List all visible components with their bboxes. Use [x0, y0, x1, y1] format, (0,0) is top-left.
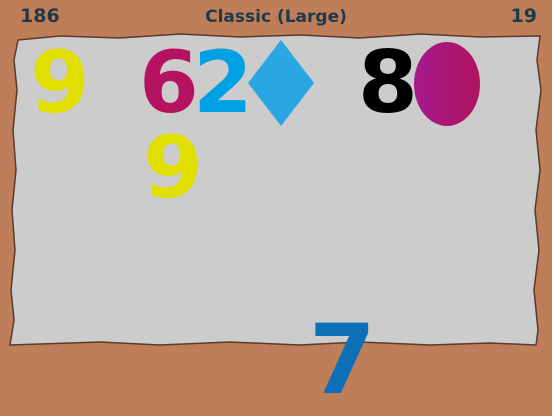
oval-shape[interactable] [414, 42, 480, 126]
diamond-shape[interactable] [248, 40, 314, 126]
tile-seven-blue[interactable]: 7 [309, 312, 376, 408]
tile-eight-black[interactable]: 8 [358, 40, 418, 126]
tile-six-magenta[interactable]: 6 [139, 40, 199, 126]
tile-nine-yellow-top[interactable]: 9 [30, 40, 90, 126]
tile-nine-yellow-bottom[interactable]: 9 [143, 125, 203, 211]
tile-two-cyan[interactable]: 2 [193, 40, 253, 126]
game-board[interactable]: 9 6 2 8 9 7 [0, 0, 552, 414]
